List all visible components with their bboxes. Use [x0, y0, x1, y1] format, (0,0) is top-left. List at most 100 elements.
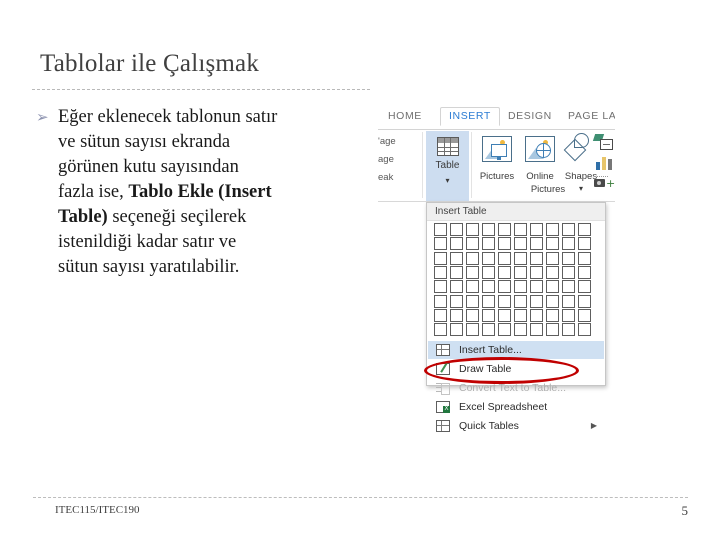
grid-cell[interactable] [434, 223, 447, 236]
grid-cell[interactable] [578, 323, 591, 337]
grid-cell[interactable] [562, 237, 575, 251]
grid-cell[interactable] [562, 294, 575, 308]
grid-cell[interactable] [578, 265, 591, 279]
excel-spreadsheet-icon: X [436, 401, 450, 413]
menu-item-draw-table[interactable]: Draw Table [428, 360, 604, 378]
chart-icon[interactable] [596, 156, 614, 170]
grid-cell[interactable] [450, 308, 463, 322]
grid-cell[interactable] [434, 251, 447, 265]
grid-cell[interactable] [578, 280, 591, 294]
grid-cell[interactable] [466, 323, 479, 337]
grid-cell[interactable] [578, 237, 591, 251]
grid-cell[interactable] [546, 323, 559, 337]
grid-cell[interactable] [450, 223, 463, 236]
grid-cell[interactable] [514, 294, 527, 308]
screenshot-icon[interactable]: + [594, 176, 615, 189]
cover-page-button[interactable]: 'age [378, 136, 396, 147]
grid-cell[interactable] [562, 265, 575, 279]
grid-cell[interactable] [514, 237, 527, 251]
grid-cell[interactable] [498, 308, 511, 322]
grid-cell[interactable] [514, 308, 527, 322]
grid-cell[interactable] [434, 294, 447, 308]
grid-cell[interactable] [434, 280, 447, 294]
grid-cell[interactable] [562, 280, 575, 294]
grid-cell[interactable] [546, 237, 559, 251]
grid-cell[interactable] [450, 237, 463, 251]
table-icon [437, 137, 459, 156]
grid-cell[interactable] [578, 223, 591, 236]
grid-cell[interactable] [530, 237, 543, 251]
grid-cell[interactable] [482, 251, 495, 265]
grid-cell[interactable] [482, 294, 495, 308]
grid-cell[interactable] [498, 237, 511, 251]
grid-cell[interactable] [498, 223, 511, 236]
grid-cell[interactable] [498, 251, 511, 265]
grid-cell[interactable] [498, 323, 511, 337]
grid-cell[interactable] [530, 323, 543, 337]
grid-cell[interactable] [546, 265, 559, 279]
grid-cell[interactable] [466, 308, 479, 322]
grid-cell[interactable] [514, 265, 527, 279]
tab-insert[interactable]: INSERT [440, 107, 500, 126]
grid-cell[interactable] [450, 294, 463, 308]
grid-cell[interactable] [482, 265, 495, 279]
grid-cell[interactable] [514, 223, 527, 236]
grid-cell[interactable] [498, 265, 511, 279]
grid-cell[interactable] [530, 294, 543, 308]
grid-cell[interactable] [466, 223, 479, 236]
grid-cell[interactable] [482, 323, 495, 337]
grid-cell[interactable] [546, 251, 559, 265]
table-button[interactable]: Table ▾ [426, 131, 469, 201]
grid-cell[interactable] [562, 223, 575, 236]
grid-cell[interactable] [514, 280, 527, 294]
page-break-button[interactable]: eak [378, 172, 393, 183]
tab-home[interactable]: HOME [388, 110, 422, 122]
grid-cell[interactable] [562, 323, 575, 337]
grid-cell[interactable] [450, 251, 463, 265]
grid-cell[interactable] [450, 265, 463, 279]
menu-item-insert-table[interactable]: Insert Table... [428, 341, 604, 359]
grid-cell[interactable] [482, 223, 495, 236]
menu-item-quick-tables[interactable]: Quick Tables ▶ [428, 417, 604, 435]
tab-design[interactable]: DESIGN [508, 110, 552, 122]
grid-cell[interactable] [434, 323, 447, 337]
grid-cell[interactable] [530, 265, 543, 279]
blank-page-button[interactable]: age [378, 154, 394, 165]
grid-cell[interactable] [578, 294, 591, 308]
grid-cell[interactable] [482, 280, 495, 294]
grid-cell[interactable] [546, 223, 559, 236]
grid-cell[interactable] [482, 308, 495, 322]
menu-item-excel-spreadsheet[interactable]: X Excel Spreadsheet [428, 398, 604, 416]
grid-cell[interactable] [482, 237, 495, 251]
grid-cell[interactable] [466, 265, 479, 279]
grid-cell[interactable] [546, 280, 559, 294]
grid-cell[interactable] [514, 251, 527, 265]
grid-cell[interactable] [546, 294, 559, 308]
grid-cell[interactable] [530, 251, 543, 265]
grid-cell[interactable] [434, 308, 447, 322]
grid-cell[interactable] [498, 294, 511, 308]
grid-cell[interactable] [562, 308, 575, 322]
grid-cell[interactable] [466, 251, 479, 265]
grid-cell[interactable] [530, 223, 543, 236]
grid-cell[interactable] [450, 280, 463, 294]
grid-cell[interactable] [514, 323, 527, 337]
shapes-chevron-down-icon[interactable]: ▾ [567, 184, 595, 193]
table-size-grid-picker[interactable] [434, 223, 594, 337]
grid-cell[interactable] [466, 237, 479, 251]
grid-cell[interactable] [530, 308, 543, 322]
grid-cell[interactable] [450, 323, 463, 337]
chevron-down-icon[interactable]: ▾ [426, 176, 469, 185]
grid-cell[interactable] [578, 251, 591, 265]
grid-cell[interactable] [498, 280, 511, 294]
grid-cell[interactable] [578, 308, 591, 322]
grid-cell[interactable] [546, 308, 559, 322]
smartart-icon[interactable] [592, 134, 614, 150]
grid-cell[interactable] [466, 294, 479, 308]
grid-cell[interactable] [434, 237, 447, 251]
grid-cell[interactable] [466, 280, 479, 294]
grid-cell[interactable] [562, 251, 575, 265]
grid-cell[interactable] [434, 265, 447, 279]
grid-cell[interactable] [530, 280, 543, 294]
tab-page-layout[interactable]: PAGE LA [568, 110, 615, 122]
